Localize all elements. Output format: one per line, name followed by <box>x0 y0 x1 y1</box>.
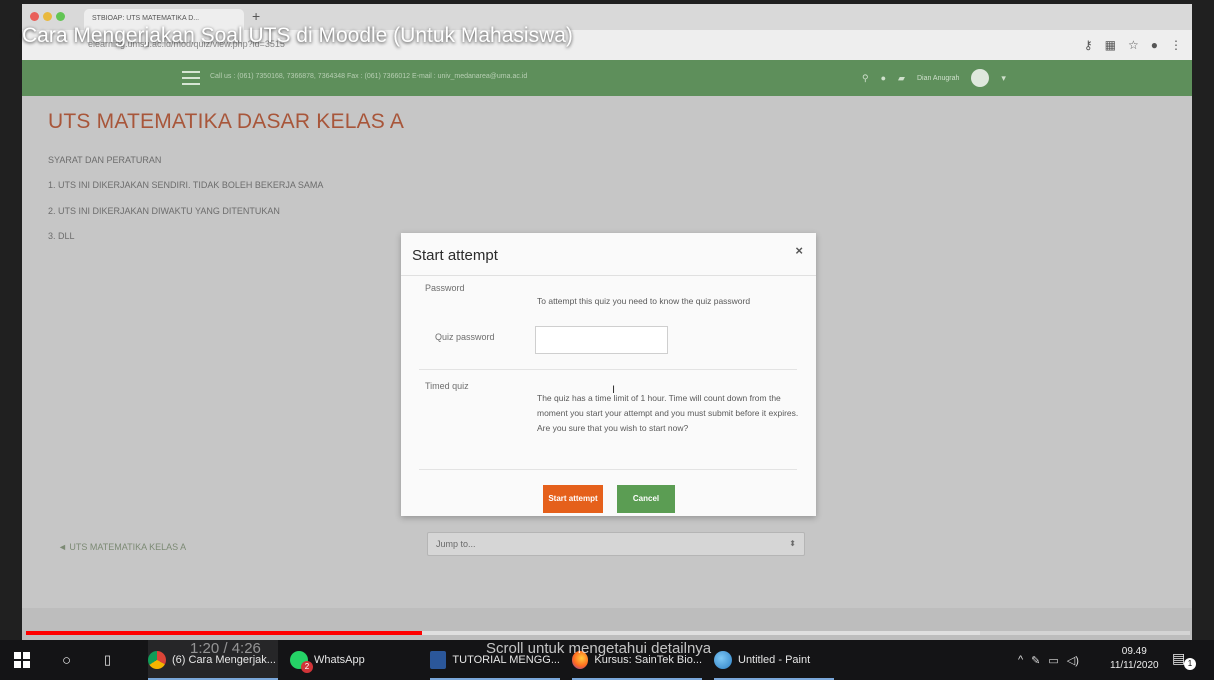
volume-icon[interactable]: ◁) <box>1067 654 1079 667</box>
password-section-label: Password <box>425 283 465 293</box>
page-footer <box>22 608 1192 640</box>
chrome-icon <box>148 651 166 669</box>
moodle-navbar: Call us : (061) 7350168, 7366878, 736434… <box>22 60 1192 96</box>
search-icon[interactable]: ⚲ <box>862 73 869 84</box>
rule-item: 2. UTS INI DIKERJAKAN DIWAKTU YANG DITEN… <box>48 206 280 216</box>
video-time: 1:20 / 4:26 <box>190 640 261 657</box>
timed-quiz-text: The quiz has a time limit of 1 hour. Tim… <box>537 393 799 433</box>
progress-played <box>26 631 422 635</box>
text-cursor-icon: I <box>612 384 616 396</box>
account-icon[interactable]: ● <box>1151 38 1158 52</box>
divider <box>419 369 797 370</box>
key-icon[interactable]: ⚷ <box>1084 38 1093 52</box>
previous-activity-link[interactable]: ◄ UTS MATEMATIKA KELAS A <box>58 542 186 552</box>
scroll-hint: Scroll untuk mengetahui detailnya <box>486 640 712 657</box>
quiz-password-label: Quiz password <box>435 332 495 342</box>
nav-user-area: ⚲ ● ▰ Dian Anugrah ▾ <box>862 69 1006 87</box>
clock-time: 09.49 <box>1121 646 1147 657</box>
taskbar-item-label: Untitled - Paint <box>738 654 811 666</box>
select-arrow-icon: ⬍ <box>789 539 796 548</box>
menu-dots-icon[interactable]: ⋮ <box>1170 38 1182 52</box>
unread-badge: 2 <box>301 661 313 673</box>
user-name[interactable]: Dian Anugrah <box>917 75 959 82</box>
video-frame[interactable]: STBIOAP: UTS MATEMATIKA D... + elearning… <box>0 0 1214 640</box>
hamburger-menu-icon[interactable] <box>182 71 200 85</box>
video-player[interactable]: STBIOAP: UTS MATEMATIKA D... + elearning… <box>0 0 1214 680</box>
chevron-up-icon[interactable]: ^ <box>1018 654 1023 666</box>
clock-date: 11/11/2020 <box>1110 660 1159 671</box>
divider <box>401 275 816 276</box>
rule-item: 1. UTS INI DIKERJAKAN SENDIRI. TIDAK BOL… <box>48 180 324 190</box>
notification-bell-icon[interactable]: ● <box>881 73 886 83</box>
quiz-password-input[interactable] <box>535 326 668 354</box>
recorded-screen: STBIOAP: UTS MATEMATIKA D... + elearning… <box>22 4 1192 640</box>
start-attempt-dialog: Start attempt × Password To attempt this… <box>401 233 816 516</box>
timed-quiz-label: Timed quiz <box>425 381 469 391</box>
taskbar-item-paint[interactable]: Untitled - Paint <box>714 640 834 680</box>
rules-heading: SYARAT DAN PERATURAN <box>48 155 162 165</box>
cancel-button[interactable]: Cancel <box>617 485 675 513</box>
network-icon[interactable]: ▭ <box>1048 654 1058 667</box>
system-tray: ^ ✎ ▭ ◁) <box>1018 640 1079 680</box>
task-view-icon[interactable]: ▯ <box>104 640 111 680</box>
password-info-text: To attempt this quiz you need to know th… <box>537 296 751 306</box>
taskbar-item-whatsapp[interactable]: 2 WhatsApp <box>290 640 410 680</box>
paint-icon <box>714 651 732 669</box>
jump-to-select[interactable]: Jump to... ⬍ <box>427 532 805 556</box>
minimize-window-icon <box>43 12 52 21</box>
messages-icon[interactable]: ▰ <box>898 73 905 84</box>
video-title[interactable]: Cara Mengerjakan Soal UTS di Moodle (Unt… <box>22 24 573 48</box>
page-title: UTS MATEMATIKA DASAR KELAS A <box>48 110 405 133</box>
chevron-down-icon[interactable]: ▾ <box>1001 73 1006 84</box>
dialog-title: Start attempt <box>412 247 498 264</box>
video-progress-bar[interactable] <box>26 631 1190 635</box>
jump-to-label: Jump to... <box>436 539 476 549</box>
divider <box>419 469 797 470</box>
rule-item: 3. DLL <box>48 231 75 241</box>
action-center-icon[interactable]: ▤ 1 <box>1172 650 1196 670</box>
taskbar-item-label: WhatsApp <box>314 654 365 666</box>
star-icon[interactable]: ☆ <box>1128 38 1139 52</box>
close-icon[interactable]: × <box>795 243 803 258</box>
taskbar-clock[interactable]: 09.49 11/11/2020 <box>1110 645 1159 673</box>
nav-contact-info: Call us : (061) 7350168, 7366878, 736434… <box>210 73 528 80</box>
notification-count: 1 <box>1184 658 1196 670</box>
close-window-icon <box>30 12 39 21</box>
extension-icon[interactable]: ▦ <box>1105 38 1116 52</box>
browser-toolbar-icons: ⚷ ▦ ☆ ● ⋮ <box>1084 38 1182 52</box>
pen-icon[interactable]: ✎ <box>1031 654 1040 667</box>
maximize-window-icon <box>56 12 65 21</box>
whatsapp-icon: 2 <box>290 651 313 673</box>
word-icon <box>430 651 447 669</box>
start-attempt-button[interactable]: Start attempt <box>543 485 603 513</box>
avatar[interactable] <box>971 69 990 87</box>
search-circle-icon[interactable]: ○ <box>62 640 71 680</box>
windows-start-icon[interactable] <box>14 640 30 680</box>
new-tab-icon[interactable]: + <box>252 8 260 24</box>
